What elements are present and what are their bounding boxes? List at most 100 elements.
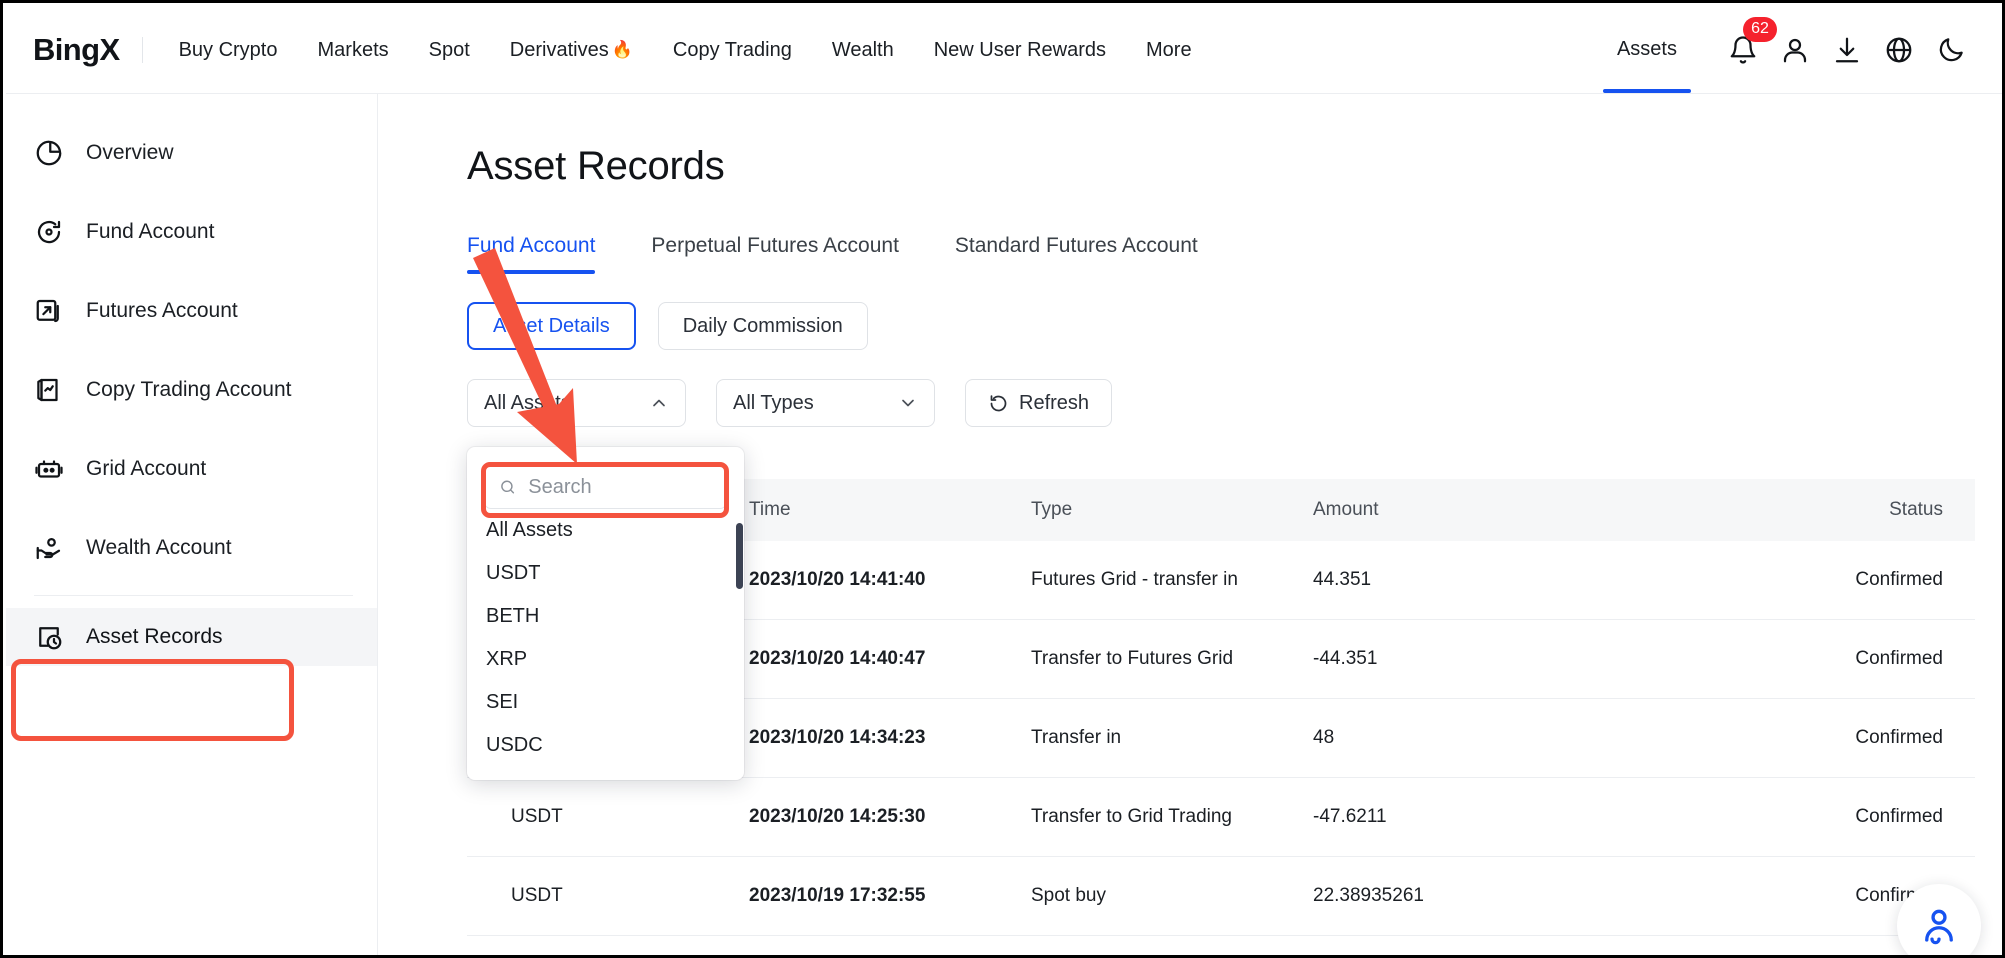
document-chart-icon: [34, 375, 64, 405]
customer-service-button[interactable]: [1897, 884, 1981, 958]
globe-icon: [1884, 35, 1914, 65]
cell-type: Transfer to Futures Grid: [1031, 648, 1313, 670]
download-app-button[interactable]: [1821, 29, 1873, 71]
cell-status: Confirmed: [1785, 648, 1975, 670]
asset-filter-dropdown: All Assets USDT BETH XRP SEI USDC: [467, 447, 744, 780]
sidebar-divider: [34, 595, 353, 596]
cell-time: 2023/10/19 17:32:55: [749, 885, 1031, 907]
dropdown-option-sei[interactable]: SEI: [467, 681, 744, 724]
column-header-status: Status: [1785, 499, 1975, 521]
refresh-icon: [988, 393, 1009, 414]
download-icon: [1832, 35, 1862, 65]
document-arrow-icon: [34, 296, 64, 326]
cell-amount: 48: [1313, 727, 1785, 749]
sidebar-item-label: Wealth Account: [86, 536, 232, 560]
cell-status: Confirmed: [1785, 727, 1975, 749]
sidebar-item-copy-trading-account[interactable]: Copy Trading Account: [6, 361, 377, 419]
clock-document-icon: [34, 622, 64, 652]
sidebar-item-grid-account[interactable]: Grid Account: [6, 440, 377, 498]
nav-item-markets[interactable]: Markets: [298, 37, 409, 63]
tab-perpetual-futures-account[interactable]: Perpetual Futures Account: [651, 234, 898, 274]
asset-details-button[interactable]: Asset Details: [467, 302, 636, 350]
table-row[interactable]: USDT 2023/10/19 17:32:55 Spot buy 22.389…: [467, 857, 1975, 936]
sidebar-item-wealth-account[interactable]: Wealth Account: [6, 519, 377, 577]
refresh-button[interactable]: Refresh: [965, 379, 1112, 427]
chevron-down-icon: [898, 393, 918, 413]
nav-item-derivatives[interactable]: Derivatives 🔥: [490, 37, 653, 63]
cell-status: Confirmed: [1785, 569, 1975, 591]
account-button[interactable]: [1769, 29, 1821, 71]
assets-label: Assets: [1617, 38, 1677, 60]
nav-item-buy-crypto[interactable]: Buy Crypto: [159, 37, 298, 63]
type-filter-select[interactable]: All Types: [716, 379, 935, 427]
user-icon: [1780, 35, 1810, 65]
dropdown-option-xrp[interactable]: XRP: [467, 638, 744, 681]
tab-label: Perpetual Futures Account: [651, 234, 898, 257]
tab-fund-account[interactable]: Fund Account: [467, 234, 595, 274]
cell-type: Futures Grid - transfer in: [1031, 569, 1313, 591]
sidebar-item-overview[interactable]: Overview: [6, 124, 377, 182]
nav-label: Wealth: [832, 37, 894, 63]
assets-active-underline: [1603, 89, 1691, 93]
bingx-logo[interactable]: BingX: [33, 32, 120, 68]
nav-label: Buy Crypto: [179, 37, 278, 63]
search-input[interactable]: [528, 476, 712, 499]
segment-label: Asset Details: [493, 315, 610, 338]
nav-item-more[interactable]: More: [1126, 37, 1212, 63]
dropdown-scrollbar-thumb[interactable]: [736, 523, 743, 589]
main-nav: Buy Crypto Markets Spot Derivatives 🔥 Co…: [159, 37, 1212, 63]
pie-chart-icon: [34, 138, 64, 168]
table-row[interactable]: USDT 2023/10/20 14:25:30 Transfer to Gri…: [467, 778, 1975, 857]
column-header-type: Type: [1031, 499, 1313, 521]
nav-label: New User Rewards: [934, 37, 1106, 63]
tab-standard-futures-account[interactable]: Standard Futures Account: [955, 234, 1198, 274]
notifications-button[interactable]: 62: [1717, 29, 1769, 71]
tab-label: Standard Futures Account: [955, 234, 1198, 257]
header-assets-link[interactable]: Assets: [1603, 38, 1691, 61]
nav-label: More: [1146, 37, 1192, 63]
sidebar-item-label: Grid Account: [86, 457, 206, 481]
theme-toggle-button[interactable]: [1925, 29, 1977, 71]
daily-commission-button[interactable]: Daily Commission: [658, 302, 868, 350]
cell-type: Transfer in: [1031, 727, 1313, 749]
left-sidebar: Overview Fund Account Futures Account Co…: [6, 94, 378, 958]
nav-item-wealth[interactable]: Wealth: [812, 37, 914, 63]
asset-filter-value: All Assets: [484, 392, 571, 415]
cell-asset: USDT: [467, 806, 749, 828]
nav-item-spot[interactable]: Spot: [409, 37, 490, 63]
dropdown-option-usdt[interactable]: USDT: [467, 552, 744, 595]
logo-divider: [142, 37, 143, 63]
dropdown-option-beth[interactable]: BETH: [467, 595, 744, 638]
language-button[interactable]: [1873, 29, 1925, 71]
refresh-label: Refresh: [1019, 392, 1089, 415]
sidebar-item-futures-account[interactable]: Futures Account: [6, 282, 377, 340]
sidebar-item-label: Asset Records: [86, 625, 223, 649]
cell-type: Transfer to Grid Trading: [1031, 806, 1313, 828]
customer-service-icon: [1918, 905, 1960, 947]
dropdown-option-usdc[interactable]: USDC: [467, 724, 744, 767]
moon-icon: [1936, 35, 1966, 65]
sidebar-item-asset-records[interactable]: Asset Records: [6, 608, 377, 666]
cell-asset: USDT: [467, 885, 749, 907]
cell-type: Spot buy: [1031, 885, 1313, 907]
nav-label: Derivatives: [510, 37, 609, 63]
asset-search-box[interactable]: [484, 465, 727, 509]
cell-time: 2023/10/20 14:34:23: [749, 727, 1031, 749]
sidebar-item-fund-account[interactable]: Fund Account: [6, 203, 377, 261]
nav-item-copy-trading[interactable]: Copy Trading: [653, 37, 812, 63]
header-actions: Assets 62: [1603, 29, 2005, 71]
robot-icon: [34, 454, 64, 484]
hand-coin-icon: [34, 533, 64, 563]
sidebar-item-label: Copy Trading Account: [86, 378, 291, 402]
nav-item-new-user-rewards[interactable]: New User Rewards: [914, 37, 1126, 63]
account-tabs: Fund Account Perpetual Futures Account S…: [467, 234, 1254, 274]
filter-bar: All Assets All Types Refresh: [467, 379, 1112, 427]
dropdown-option-all-assets[interactable]: All Assets: [467, 509, 744, 552]
asset-filter-select[interactable]: All Assets: [467, 379, 686, 427]
sidebar-item-label: Futures Account: [86, 299, 238, 323]
annotation-highlight-asset-records: [11, 659, 294, 741]
top-header: BingX Buy Crypto Markets Spot Derivative…: [6, 6, 2005, 94]
cell-time: 2023/10/20 14:25:30: [749, 806, 1031, 828]
cell-status: Confirmed: [1785, 806, 1975, 828]
chevron-up-icon: [649, 393, 669, 413]
